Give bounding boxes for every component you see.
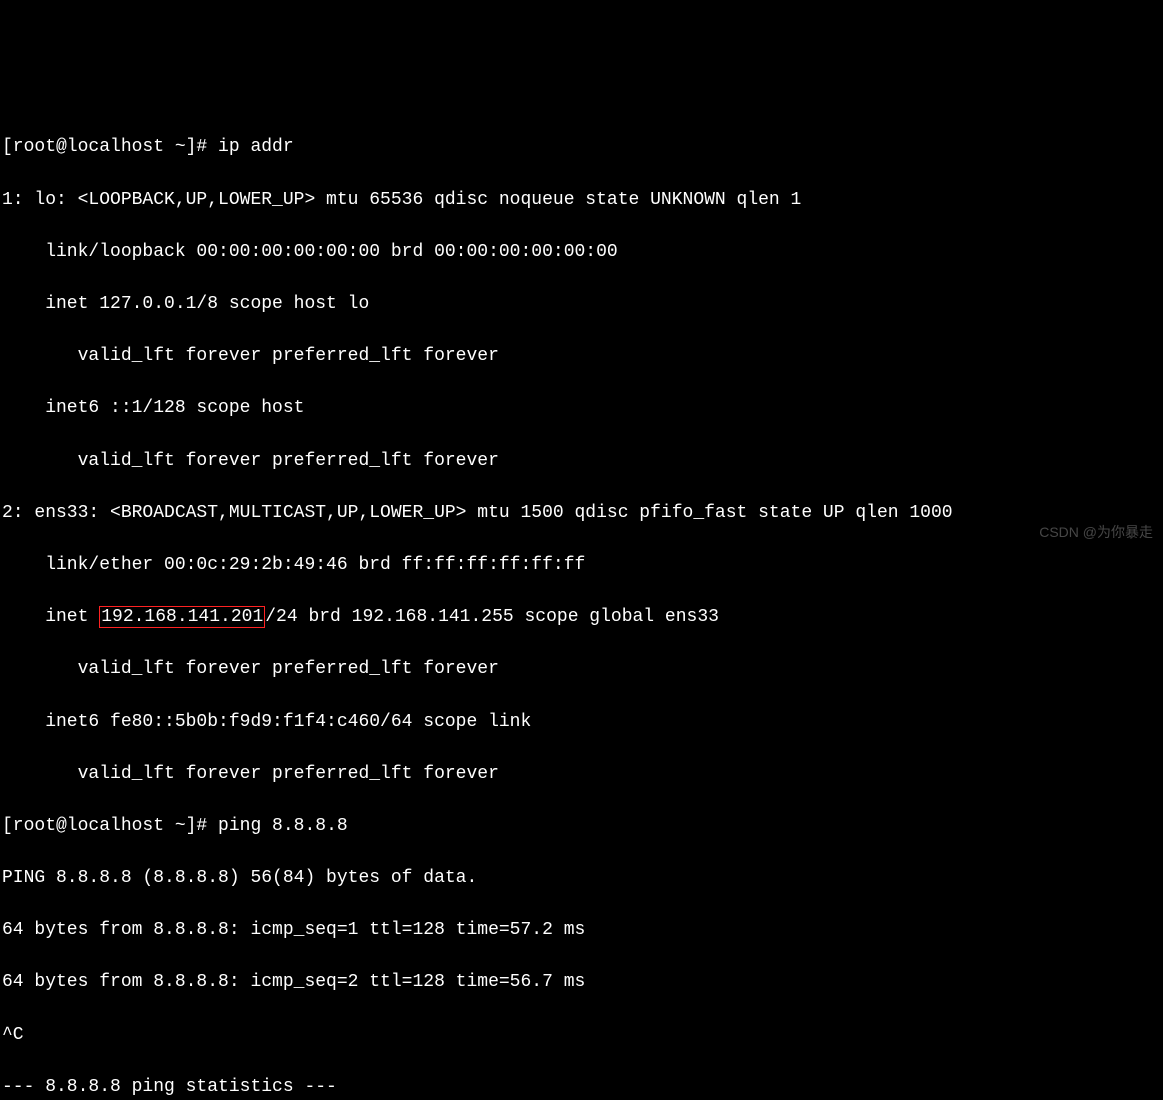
prompt-line-2: [root@localhost ~]# ping 8.8.8.8 bbox=[2, 813, 1161, 839]
interface-ens33-valid2: valid_lft forever preferred_lft forever bbox=[2, 761, 1161, 787]
prompt-line-1: [root@localhost ~]# ip addr bbox=[2, 134, 1161, 160]
interface-lo-inet: inet 127.0.0.1/8 scope host lo bbox=[2, 291, 1161, 317]
interface-ens33-header: 2: ens33: <BROADCAST,MULTICAST,UP,LOWER_… bbox=[2, 500, 1161, 526]
ip-address-highlight: 192.168.141.201 bbox=[99, 606, 265, 628]
interface-lo-valid1: valid_lft forever preferred_lft forever bbox=[2, 343, 1161, 369]
inet-suffix: /24 brd 192.168.141.255 scope global ens… bbox=[265, 607, 719, 627]
interface-ens33-inet: inet 192.168.141.201/24 brd 192.168.141.… bbox=[2, 604, 1161, 630]
interface-lo-link: link/loopback 00:00:00:00:00:00 brd 00:0… bbox=[2, 239, 1161, 265]
command-ping: ping 8.8.8.8 bbox=[218, 816, 348, 836]
interface-ens33-inet6: inet6 fe80::5b0b:f9d9:f1f4:c460/64 scope… bbox=[2, 709, 1161, 735]
inet-prefix: inet bbox=[2, 607, 99, 627]
ping-reply-2: 64 bytes from 8.8.8.8: icmp_seq=2 ttl=12… bbox=[2, 969, 1161, 995]
shell-prompt: [root@localhost ~]# bbox=[2, 137, 218, 157]
interface-lo-inet6: inet6 ::1/128 scope host bbox=[2, 395, 1161, 421]
interface-lo-header: 1: lo: <LOOPBACK,UP,LOWER_UP> mtu 65536 … bbox=[2, 187, 1161, 213]
interface-lo-valid2: valid_lft forever preferred_lft forever bbox=[2, 448, 1161, 474]
terminal-output[interactable]: [root@localhost ~]# ip addr 1: lo: <LOOP… bbox=[2, 108, 1161, 1100]
ping-interrupt: ^C bbox=[2, 1022, 1161, 1048]
command-ip-addr: ip addr bbox=[218, 137, 294, 157]
ping-stats-header: --- 8.8.8.8 ping statistics --- bbox=[2, 1074, 1161, 1100]
ping-header: PING 8.8.8.8 (8.8.8.8) 56(84) bytes of d… bbox=[2, 865, 1161, 891]
shell-prompt: [root@localhost ~]# bbox=[2, 816, 218, 836]
interface-ens33-link: link/ether 00:0c:29:2b:49:46 brd ff:ff:f… bbox=[2, 552, 1161, 578]
ping-reply-1: 64 bytes from 8.8.8.8: icmp_seq=1 ttl=12… bbox=[2, 917, 1161, 943]
interface-ens33-valid1: valid_lft forever preferred_lft forever bbox=[2, 656, 1161, 682]
